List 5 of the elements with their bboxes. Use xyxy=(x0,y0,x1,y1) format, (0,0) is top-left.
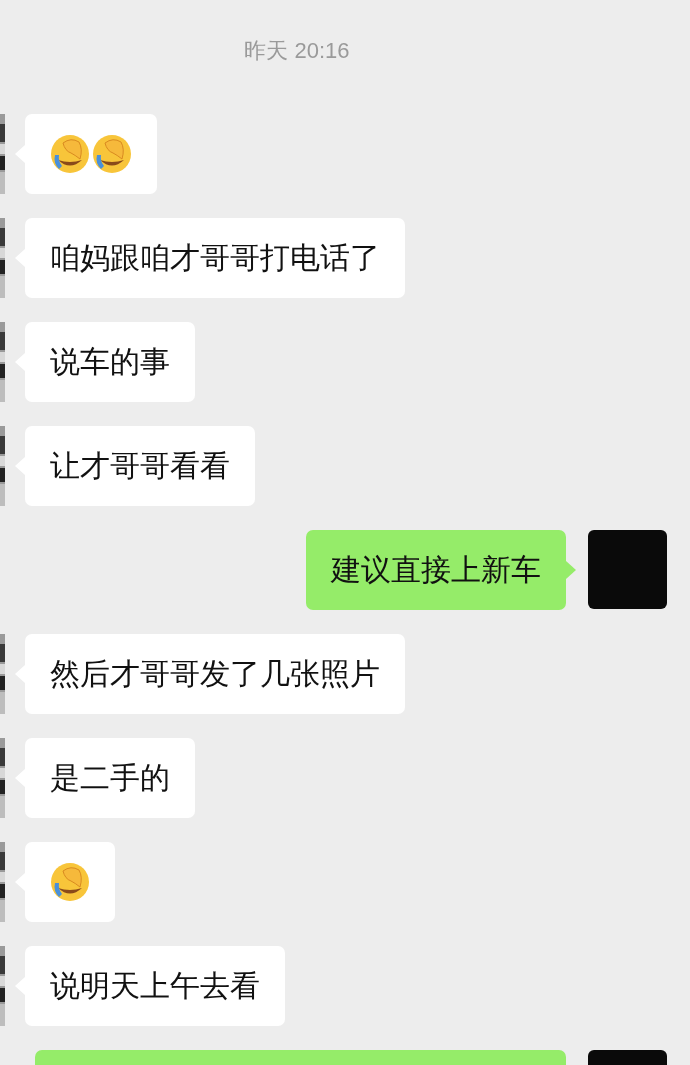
facepalm-emoji-icon xyxy=(49,861,91,903)
facepalm-emoji-icon xyxy=(49,133,91,175)
timestamp: 昨天 20:16 xyxy=(244,37,350,65)
avatar[interactable] xyxy=(588,530,667,609)
facepalm-emoji-icon xyxy=(91,133,133,175)
